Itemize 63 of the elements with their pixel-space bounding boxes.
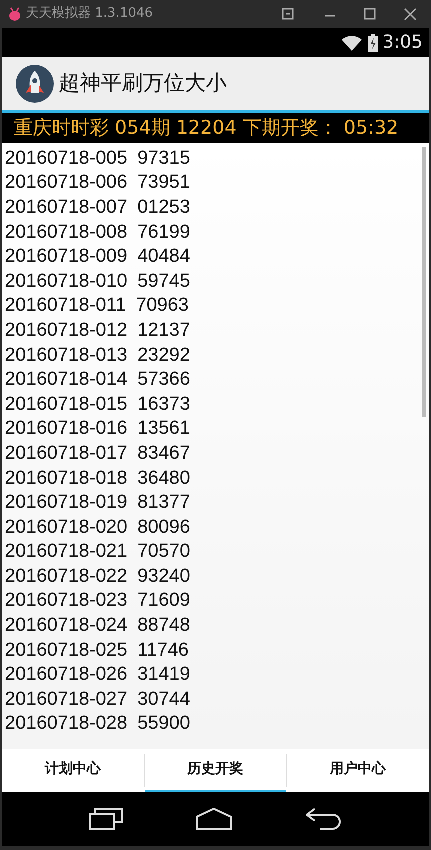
app-title: 超神平刷万位大小 (59, 70, 227, 97)
issue-number: 20160718-011 (5, 296, 126, 316)
maximize-icon[interactable] (364, 8, 376, 20)
draw-result: 70963 (136, 296, 189, 316)
lottery-ticker: 重庆时时彩 054期 12204 下期开奖： 05:32 (14, 116, 399, 141)
issue-number: 20160718-028 (5, 714, 128, 734)
draw-result: 76199 (138, 222, 190, 242)
issue-number: 20160718-008 (5, 222, 128, 242)
draw-result: 16373 (138, 394, 190, 414)
draw-result: 70570 (138, 542, 190, 562)
draw-result: 57366 (138, 370, 190, 390)
draw-result: 59745 (138, 272, 190, 291)
issue-number: 20160718-010 (5, 272, 128, 291)
scrollbar[interactable] (422, 147, 426, 417)
close-icon[interactable] (404, 8, 417, 20)
window-title: 天天模拟器 1.3.1046 (26, 5, 154, 24)
issue-number: 20160718-017 (5, 444, 128, 463)
draw-result: 55900 (138, 714, 190, 734)
bug-icon (8, 7, 22, 21)
draw-result: 01253 (138, 198, 190, 217)
home-icon[interactable] (196, 808, 232, 830)
minimize-to-tray-icon[interactable] (282, 8, 294, 20)
draw-result: 73951 (138, 173, 190, 192)
draw-result: 71609 (138, 591, 190, 610)
issue-number: 20160718-006 (5, 173, 128, 192)
draw-result: 23292 (138, 346, 190, 365)
rocket-icon (16, 64, 54, 102)
issue-number: 20160718-005 (5, 148, 128, 168)
issue-number: 20160718-019 (5, 493, 128, 512)
draw-result: 97315 (138, 148, 190, 168)
draw-result: 31419 (138, 665, 190, 684)
issue-number: 20160718-027 (5, 690, 128, 709)
issue-number: 20160718-016 (5, 419, 128, 438)
issue-number: 20160718-021 (5, 542, 128, 562)
clock-time: 3:05 (382, 31, 423, 55)
draw-result: 30744 (138, 690, 190, 709)
draw-result: 36480 (138, 468, 190, 488)
issue-number: 20160718-024 (5, 616, 128, 636)
back-icon[interactable] (306, 808, 342, 830)
draw-result: 81377 (138, 493, 190, 512)
issue-number: 20160718-012 (5, 320, 128, 340)
issue-number: 20160718-018 (5, 468, 128, 488)
issue-number: 20160718-026 (5, 665, 128, 684)
draw-result: 13561 (138, 419, 190, 438)
draw-result: 93240 (138, 566, 190, 586)
issue-number: 20160718-013 (5, 346, 128, 365)
draw-result: 11746 (138, 640, 190, 660)
issue-number: 20160718-025 (5, 640, 128, 660)
issue-number: 20160718-020 (5, 518, 128, 537)
draw-result: 80096 (138, 518, 190, 537)
draw-result: 40484 (138, 247, 190, 266)
battery-icon (368, 34, 378, 52)
draw-result: 88748 (138, 616, 190, 636)
wifi-icon (340, 34, 363, 50)
issue-number: 20160718-007 (5, 198, 128, 217)
issue-number: 20160718-023 (5, 591, 128, 610)
issue-number: 20160718-014 (5, 370, 128, 390)
draw-result: 12137 (138, 320, 190, 340)
draw-result: 83467 (138, 444, 190, 463)
issue-number: 20160718-009 (5, 247, 128, 266)
issue-number: 20160718-015 (5, 394, 128, 414)
issue-number: 20160718-022 (5, 566, 128, 586)
recent-apps-icon[interactable] (88, 808, 123, 830)
